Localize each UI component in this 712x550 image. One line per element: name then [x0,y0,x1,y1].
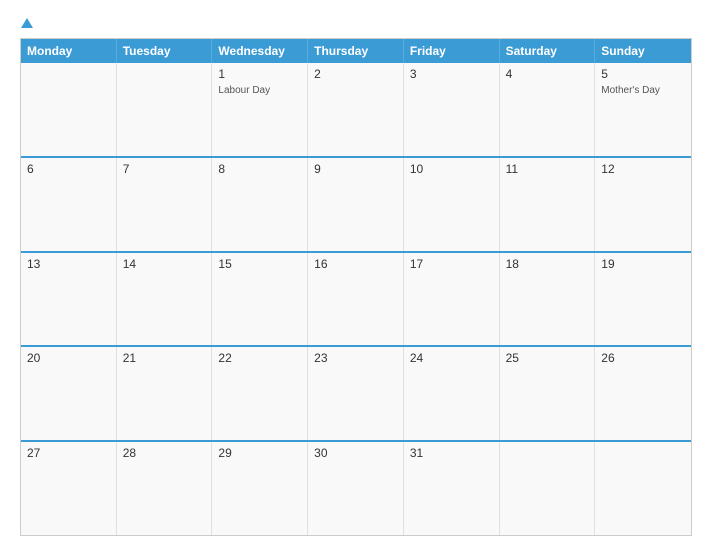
logo-line1 [20,18,33,30]
day-number: 2 [314,67,397,81]
day-number: 3 [410,67,493,81]
logo-triangle-icon [21,18,33,28]
logo [20,18,33,28]
day-number: 29 [218,446,301,460]
day-number: 31 [410,446,493,460]
calendar-cell: 5 Mother's Day [595,63,691,156]
calendar-week-3: 13 14 15 16 17 18 19 [21,251,691,346]
calendar-cell [595,442,691,535]
calendar-cell [21,63,117,156]
calendar-cell: 1 Labour Day [212,63,308,156]
calendar-cell: 8 [212,158,308,251]
day-number: 19 [601,257,685,271]
header-saturday: Saturday [500,39,596,63]
header-sunday: Sunday [595,39,691,63]
calendar-cell: 13 [21,253,117,346]
day-number: 1 [218,67,301,81]
calendar-header: Monday Tuesday Wednesday Thursday Friday… [21,39,691,63]
calendar-week-5: 27 28 29 30 31 [21,440,691,535]
day-number: 7 [123,162,206,176]
day-number: 4 [506,67,589,81]
calendar-week-2: 6789 10 11 12 [21,156,691,251]
calendar-cell [117,63,213,156]
calendar-cell [500,442,596,535]
calendar-cell: 6 [21,158,117,251]
header-tuesday: Tuesday [117,39,213,63]
day-number: 30 [314,446,397,460]
calendar-cell: 25 [500,347,596,440]
day-number: 27 [27,446,110,460]
calendar-cell: 29 [212,442,308,535]
calendar-body: 1Labour Day2345Mother's Day6789101112131… [21,63,691,535]
day-number: 22 [218,351,301,365]
calendar-cell: 28 [117,442,213,535]
day-number: 8 [218,162,301,176]
header-friday: Friday [404,39,500,63]
calendar-week-1: 1 Labour Day 2345 Mother's Day [21,63,691,156]
calendar-cell: 23 [308,347,404,440]
header [20,18,692,28]
day-number: 25 [506,351,589,365]
calendar-cell: 15 [212,253,308,346]
day-number: 24 [410,351,493,365]
day-number: 21 [123,351,206,365]
calendar: Monday Tuesday Wednesday Thursday Friday… [20,38,692,536]
calendar-cell: 7 [117,158,213,251]
day-number: 28 [123,446,206,460]
calendar-cell: 31 [404,442,500,535]
day-number: 20 [27,351,110,365]
calendar-week-4: 20 21 22 23 24 25 26 [21,345,691,440]
day-number: 14 [123,257,206,271]
header-wednesday: Wednesday [212,39,308,63]
page: Monday Tuesday Wednesday Thursday Friday… [0,0,712,550]
day-number: 23 [314,351,397,365]
calendar-cell: 24 [404,347,500,440]
calendar-cell: 14 [117,253,213,346]
day-number: 10 [410,162,493,176]
day-number: 6 [27,162,110,176]
calendar-cell: 19 [595,253,691,346]
calendar-cell: 3 [404,63,500,156]
day-number: 26 [601,351,685,365]
day-number: 13 [27,257,110,271]
calendar-cell: 22 [212,347,308,440]
day-number: 17 [410,257,493,271]
calendar-cell: 16 [308,253,404,346]
header-thursday: Thursday [308,39,404,63]
calendar-cell: 17 [404,253,500,346]
day-number: 15 [218,257,301,271]
day-event: Labour Day [218,85,301,96]
calendar-cell: 11 [500,158,596,251]
header-monday: Monday [21,39,117,63]
calendar-cell: 27 [21,442,117,535]
day-event: Mother's Day [601,85,685,96]
calendar-cell: 20 [21,347,117,440]
calendar-cell: 18 [500,253,596,346]
calendar-cell: 26 [595,347,691,440]
calendar-cell: 10 [404,158,500,251]
calendar-cell: 9 [308,158,404,251]
day-number: 16 [314,257,397,271]
calendar-cell: 4 [500,63,596,156]
day-number: 18 [506,257,589,271]
calendar-cell: 2 [308,63,404,156]
day-number: 11 [506,162,589,176]
calendar-cell: 30 [308,442,404,535]
calendar-cell: 12 [595,158,691,251]
day-number: 12 [601,162,685,176]
day-number: 9 [314,162,397,176]
day-number: 5 [601,67,685,81]
calendar-cell: 21 [117,347,213,440]
